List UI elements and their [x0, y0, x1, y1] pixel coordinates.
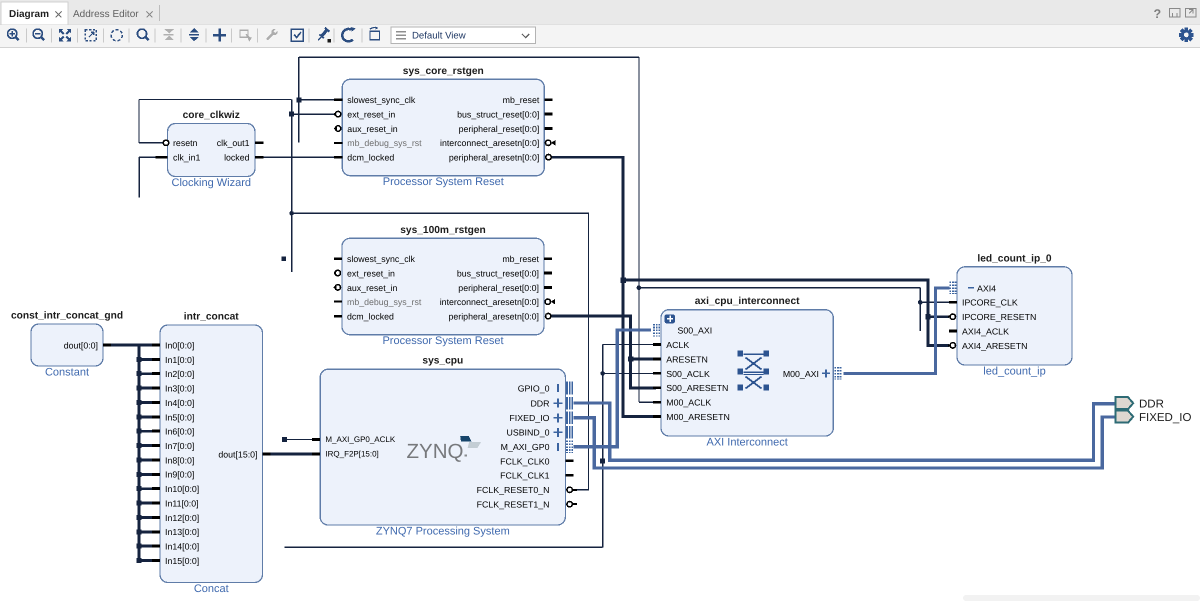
- svg-text:FIXED_IO: FIXED_IO: [1139, 412, 1191, 424]
- svg-text:Concat: Concat: [194, 583, 229, 595]
- svg-text:M00_ARESETN: M00_ARESETN: [666, 412, 730, 422]
- svg-text:S00_ACLK: S00_ACLK: [666, 369, 710, 379]
- svg-text:core_clkwiz: core_clkwiz: [183, 110, 240, 121]
- svg-text:In10[0:0]: In10[0:0]: [165, 484, 199, 494]
- svg-text:const_intr_concat_gnd: const_intr_concat_gnd: [11, 311, 123, 322]
- svg-text:In15[0:0]: In15[0:0]: [165, 556, 199, 566]
- svg-text:FCLK_RESET1_N: FCLK_RESET1_N: [477, 500, 550, 510]
- svg-text:sys_core_rstgen: sys_core_rstgen: [403, 66, 484, 77]
- svg-text:ARESETN: ARESETN: [666, 354, 708, 364]
- svg-text:In12[0:0]: In12[0:0]: [165, 513, 199, 523]
- svg-text:ext_reset_in: ext_reset_in: [347, 268, 395, 278]
- svg-text:dout[0:0]: dout[0:0]: [64, 340, 98, 350]
- svg-text:DDR: DDR: [530, 399, 549, 409]
- svg-text:?: ?: [1154, 7, 1162, 21]
- svg-text:dout[15:0]: dout[15:0]: [218, 449, 257, 459]
- svg-text:In1[0:0]: In1[0:0]: [165, 355, 194, 365]
- svg-text:slowest_sync_clk: slowest_sync_clk: [347, 254, 416, 264]
- svg-text:In3[0:0]: In3[0:0]: [165, 384, 194, 394]
- svg-text:In8[0:0]: In8[0:0]: [165, 455, 194, 465]
- svg-text:dcm_locked: dcm_locked: [347, 153, 394, 163]
- svg-text:FIXED_IO: FIXED_IO: [509, 413, 549, 423]
- svg-text:led_count_ip_0: led_count_ip_0: [977, 253, 1051, 264]
- svg-text:mb_reset: mb_reset: [503, 95, 540, 105]
- svg-text:AXI4_ARESETN: AXI4_ARESETN: [962, 341, 1028, 351]
- svg-text:In0[0:0]: In0[0:0]: [165, 340, 194, 350]
- svg-text:In6[0:0]: In6[0:0]: [165, 427, 194, 437]
- svg-text:Address Editor: Address Editor: [73, 9, 139, 20]
- svg-text:slowest_sync_clk: slowest_sync_clk: [347, 95, 416, 105]
- svg-text:sys_cpu: sys_cpu: [422, 356, 463, 367]
- svg-text:mb_debug_sys_rst: mb_debug_sys_rst: [347, 138, 422, 148]
- svg-text:axi_cpu_interconnect: axi_cpu_interconnect: [695, 296, 800, 307]
- svg-text:peripheral_aresetn[0:0]: peripheral_aresetn[0:0]: [449, 153, 539, 163]
- svg-text:M_AXI_GP0_ACLK: M_AXI_GP0_ACLK: [325, 435, 395, 444]
- svg-text:intr_concat: intr_concat: [184, 312, 240, 323]
- svg-text:FCLK_RESET0_N: FCLK_RESET0_N: [477, 485, 550, 495]
- svg-text:clk_in1: clk_in1: [173, 152, 200, 162]
- svg-text:Processor System Reset: Processor System Reset: [383, 176, 504, 188]
- svg-text:M_AXI_GP0: M_AXI_GP0: [501, 442, 550, 452]
- svg-text:resetn: resetn: [173, 138, 198, 148]
- svg-text:Diagram: Diagram: [9, 9, 49, 20]
- svg-text:mb_reset: mb_reset: [502, 254, 539, 264]
- svg-text:In13[0:0]: In13[0:0]: [165, 527, 199, 537]
- svg-text:dcm_locked: dcm_locked: [347, 312, 394, 322]
- svg-text:aux_reset_in: aux_reset_in: [347, 283, 397, 293]
- svg-text:In2[0:0]: In2[0:0]: [165, 369, 194, 379]
- svg-text:ZYNQ7 Processing System: ZYNQ7 Processing System: [376, 526, 510, 538]
- svg-text:In7[0:0]: In7[0:0]: [165, 441, 194, 451]
- svg-text:In4[0:0]: In4[0:0]: [165, 398, 194, 408]
- svg-text:In11[0:0]: In11[0:0]: [165, 498, 199, 508]
- svg-text:interconnect_aresetn[0:0]: interconnect_aresetn[0:0]: [440, 297, 539, 307]
- svg-text:M00_AXI: M00_AXI: [783, 369, 819, 379]
- svg-text:GPIO_0: GPIO_0: [518, 383, 550, 393]
- svg-text:FCLK_CLK1: FCLK_CLK1: [500, 471, 549, 481]
- svg-text:aux_reset_in: aux_reset_in: [347, 124, 397, 134]
- svg-text:IPCORE_CLK: IPCORE_CLK: [962, 298, 1018, 308]
- svg-text:In9[0:0]: In9[0:0]: [165, 470, 194, 480]
- svg-text:AXI4_ACLK: AXI4_ACLK: [962, 326, 1009, 336]
- svg-text:ext_reset_in: ext_reset_in: [347, 110, 395, 120]
- svg-text:locked: locked: [224, 152, 250, 162]
- svg-text:interconnect_aresetn[0:0]: interconnect_aresetn[0:0]: [440, 138, 539, 148]
- svg-text:Constant: Constant: [45, 367, 89, 379]
- svg-text:Processor System Reset: Processor System Reset: [382, 335, 503, 347]
- svg-text:USBIND_0: USBIND_0: [506, 428, 549, 438]
- svg-text:peripheral_reset[0:0]: peripheral_reset[0:0]: [458, 283, 539, 293]
- svg-text:led_count_ip: led_count_ip: [983, 366, 1045, 378]
- svg-text:IRQ_F2P[15:0]: IRQ_F2P[15:0]: [325, 450, 378, 459]
- svg-text:Clocking Wizard: Clocking Wizard: [172, 177, 251, 189]
- svg-text:In14[0:0]: In14[0:0]: [165, 542, 199, 552]
- svg-text:bus_struct_reset[0:0]: bus_struct_reset[0:0]: [457, 268, 539, 278]
- svg-text:ZYNQ: ZYNQ: [407, 440, 464, 463]
- svg-text:FCLK_CLK0: FCLK_CLK0: [500, 456, 549, 466]
- svg-text:S00_ARESETN: S00_ARESETN: [666, 383, 728, 393]
- svg-text:peripheral_aresetn[0:0]: peripheral_aresetn[0:0]: [449, 312, 539, 322]
- svg-text:mb_debug_sys_rst: mb_debug_sys_rst: [347, 297, 422, 307]
- svg-text:bus_struct_reset[0:0]: bus_struct_reset[0:0]: [457, 110, 539, 120]
- svg-text:AXI4: AXI4: [977, 283, 996, 293]
- svg-text:Default View: Default View: [412, 31, 466, 42]
- svg-text:In5[0:0]: In5[0:0]: [165, 412, 194, 422]
- svg-text:AXI Interconnect: AXI Interconnect: [706, 437, 787, 449]
- svg-text:sys_100m_rstgen: sys_100m_rstgen: [400, 225, 486, 236]
- svg-text:clk_out1: clk_out1: [217, 138, 250, 148]
- svg-text:peripheral_reset[0:0]: peripheral_reset[0:0]: [459, 124, 540, 134]
- svg-text:DDR: DDR: [1139, 398, 1164, 410]
- svg-text:IPCORE_RESETN: IPCORE_RESETN: [962, 312, 1036, 322]
- svg-text:M00_ACLK: M00_ACLK: [666, 398, 711, 408]
- svg-text:ACLK: ACLK: [666, 340, 689, 350]
- svg-text:S00_AXI: S00_AXI: [678, 326, 713, 336]
